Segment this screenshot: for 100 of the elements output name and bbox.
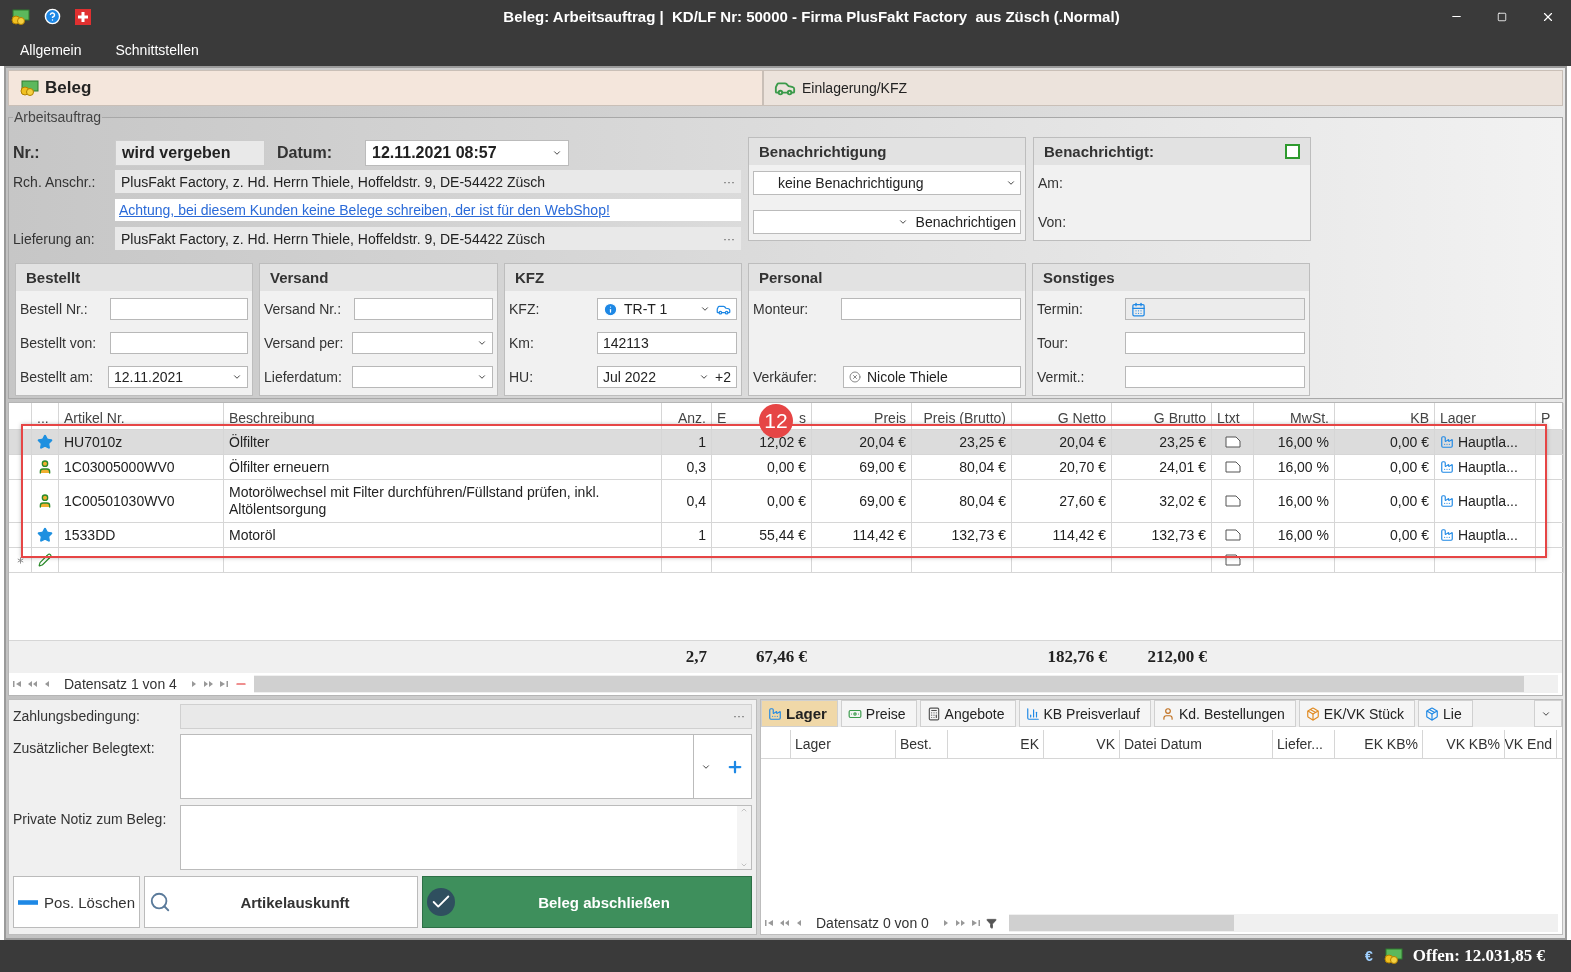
panel-title: Bestellt [26,269,81,286]
table-cell: 24,01 € [1159,458,1206,476]
date-field[interactable]: 12.11.2021 08:57 [365,139,569,166]
group-title: Arbeitsauftrag [13,109,103,125]
caret-icon [700,304,710,314]
column-header: Ltxt [1217,410,1240,427]
money-icon [19,80,39,96]
warehouse-icon [768,706,782,721]
date-field[interactable]: Jul 2022 +2 [597,366,737,388]
column-header: Datei Datum [1124,736,1202,752]
field-label: Monteur: [753,301,810,317]
money-icon[interactable] [10,8,30,25]
field-label: Bestellt von: [20,335,98,351]
tab[interactable]: Preise [840,700,917,727]
note-icon [1224,529,1241,541]
table-cell: 16,00 % [1277,526,1329,544]
navigation-arrow-icon[interactable] [218,680,228,688]
field-label: Versand per: [264,335,345,351]
field-label: KFZ: [509,301,541,317]
scroll-up-icon[interactable] [740,806,748,814]
text-area[interactable] [180,805,752,870]
navigation-arrow-icon[interactable] [795,919,804,927]
help-icon[interactable] [44,8,61,25]
input-field[interactable] [1125,366,1305,388]
table-cell: 80,04 € [959,458,1006,476]
info-button[interactable]: Artikelauskunft [144,876,418,928]
input-field[interactable]: 142113 [597,332,737,354]
vehicle-field[interactable]: TR-T 1 [597,298,737,320]
tab[interactable]: Beleg [8,70,763,106]
dropdown-field[interactable]: keine Benachrichtigung [753,171,1021,195]
table-cell: Hauptla... [1457,526,1518,544]
navigation-arrow-icon[interactable] [780,919,789,927]
dropdown-field[interactable]: 12.11.2021 [108,366,248,388]
warehouse-icon [1440,528,1454,542]
table-row[interactable]: 1C00501030WV0 Motorölwechsel mit Filter durchführen/Füllstand prüfen, inkl. Altölentsorgung 0,4 0,00 € 69,00 € 80,04 € 27,60 € 32,02 € 16,00 % 0,00 € Hauptla... [9,480,1562,523]
address-field[interactable]: PlusFakt Factory, z. Hd. Herrn Thiele, Hoffeldstr. 9, DE-54422 Züsch ··· [115,170,741,193]
field-label: Verkäufer: [753,369,818,385]
navigation-arrow-icon[interactable] [970,919,980,927]
caret-icon [477,338,487,348]
payment-field[interactable]: ··· [180,703,752,729]
table-cell: 114,42 € [852,526,906,544]
table-cell: 0,00 € [1390,458,1429,476]
minus-icon [18,899,39,905]
tab[interactable]: Lager [761,700,838,727]
navigation-arrow-icon[interactable] [28,680,37,688]
navigation-arrow-icon[interactable] [765,919,774,927]
person-field[interactable]: Nicole Thiele [843,366,1021,388]
tab[interactable]: Angebote [919,700,1016,727]
caret-icon [232,372,242,382]
table-row[interactable]: 1533DD Motoröl 1 55,44 € 114,42 € 132,73 € 114,42 € 132,73 € 16,00 % 0,00 € Hauptla... [9,523,1562,548]
flag-icon[interactable] [75,8,91,25]
input-field[interactable] [354,298,493,320]
navigation-arrow-icon[interactable] [13,680,22,688]
notify-dropdown[interactable]: Benachrichtigen [753,210,1021,234]
tab[interactable]: Lie [1418,700,1473,727]
tab[interactable]: Kd. Bestellungen [1154,700,1296,727]
address-field[interactable]: PlusFakt Factory, z. Hd. Herrn Thiele, Hoffeldstr. 9, DE-54422 Züsch ··· [115,227,741,250]
table-cell: 132,73 € [1151,526,1206,544]
tab[interactable]: KB Preisverlauf [1018,700,1151,727]
scroll-down-icon[interactable] [740,861,748,869]
field-label: Am: [1038,174,1064,193]
tab[interactable]: EK/VK Stück [1298,700,1415,727]
menu-item[interactable]: Allgemein [20,41,82,58]
menu-item[interactable]: Schnittstellen [115,41,199,58]
table-cell: 27,60 € [1059,492,1106,510]
column-header: VK KB% [1446,736,1500,752]
table-cell: 20,04 € [859,433,906,451]
column-header: E [717,410,727,427]
panel-title: Benachrichtigt: [1044,143,1154,160]
table-cell: Motoröl [229,526,276,544]
table-row[interactable]: HU7010z Ölfilter 1 12,02 € 20,04 € 23,25 € 20,04 € 23,25 € 16,00 % 0,00 € Hauptla... [9,430,1562,455]
date-field[interactable] [1125,298,1305,320]
scrollbar[interactable] [253,675,1558,693]
input-field[interactable] [110,332,248,354]
navigation-arrow-icon[interactable] [203,680,213,688]
field-label: Tour: [1037,335,1070,351]
dropdown-field[interactable] [352,332,493,354]
tab[interactable]: Einlagerung/KFZ [763,70,1563,106]
tab-menu-button[interactable] [1534,700,1562,727]
delete-button[interactable]: Pos. Löschen [13,876,140,928]
checkbox[interactable] [1285,144,1300,159]
navigation-arrow-icon[interactable] [955,919,965,927]
filter-icon[interactable] [985,917,997,929]
maximize-icon [1497,11,1507,22]
scrollbar[interactable] [1008,914,1558,932]
field-label: Bestellt am: [20,369,95,385]
table-cell: 16,00 % [1277,458,1329,476]
navigation-arrow-icon[interactable] [43,680,52,688]
total-value: 182,76 € [1047,647,1107,667]
table-cell: Ölfilter [229,433,270,451]
input-field[interactable] [841,298,1021,320]
input-field[interactable] [110,298,248,320]
table-cell: Hauptla... [1457,492,1518,510]
table-row[interactable]: 1C03005000WV0 Ölfilter erneuern 0,3 0,00 € 69,00 € 80,04 € 20,70 € 24,01 € 16,00 % 0,00 € Hauptla... [9,455,1562,480]
text-area[interactable] [180,734,694,799]
dropdown-field[interactable] [352,366,493,388]
table-cell: 0,00 € [767,492,806,510]
panel-title: KFZ [515,269,545,286]
finish-button[interactable]: Beleg abschließen [422,876,752,928]
input-field[interactable] [1125,332,1305,354]
